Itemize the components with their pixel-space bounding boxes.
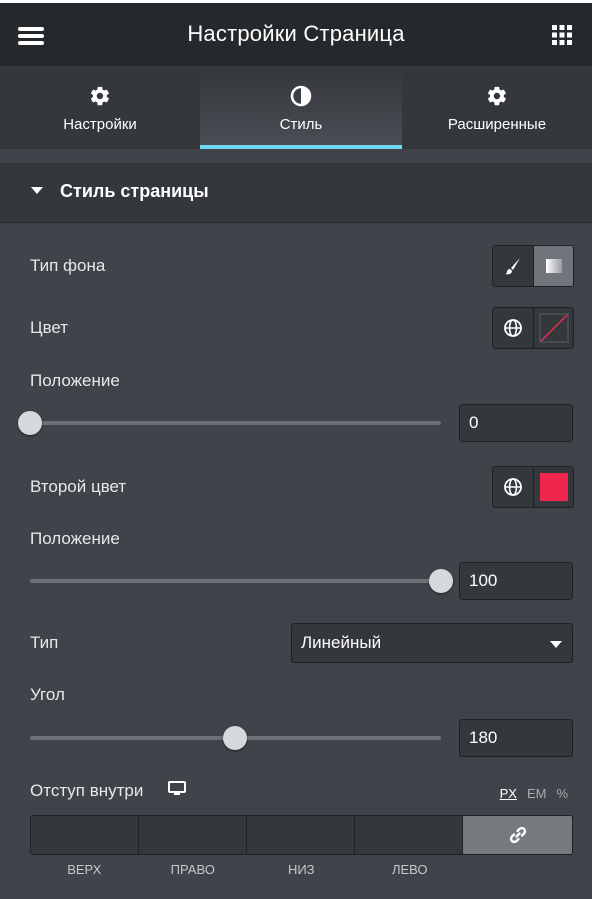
background-type-label: Тип фона <box>30 256 106 275</box>
tab-advanced[interactable]: Расширенные <box>402 66 592 149</box>
position-slider-2[interactable] <box>30 569 453 593</box>
label-left: ЛЕВО <box>391 862 428 877</box>
unit-percent[interactable]: % <box>556 786 568 801</box>
grid-apps-icon[interactable] <box>552 25 572 45</box>
padding-top-input[interactable] <box>31 816 139 854</box>
settings-panel: Настройки Страница Настройки Стиль Расши… <box>0 3 592 899</box>
padding-label: Отступ внутри <box>30 781 144 800</box>
type-label: Тип <box>30 633 59 652</box>
slider-handle[interactable] <box>429 569 453 593</box>
desktop-icon[interactable] <box>168 781 186 802</box>
color-swatch-empty[interactable] <box>533 308 573 348</box>
second-color-label: Второй цвет <box>30 477 127 496</box>
slider-handle[interactable] <box>223 726 247 750</box>
tab-bar: Настройки Стиль Расширенные <box>0 66 592 149</box>
classic-background-button[interactable] <box>493 246 533 286</box>
label-bottom: НИЗ <box>287 862 315 877</box>
position-slider[interactable] <box>18 411 441 435</box>
padding-bottom-input[interactable] <box>247 816 355 854</box>
position-label-2: Положение <box>30 529 120 548</box>
color-picker-group <box>492 307 574 349</box>
tab-style-label: Стиль <box>279 116 323 133</box>
slider-track <box>30 421 441 425</box>
padding-left-input[interactable] <box>355 816 463 854</box>
type-select-value: Линейный <box>301 633 382 652</box>
angle-input[interactable]: 180 <box>459 719 573 757</box>
gradient-icon <box>545 259 562 273</box>
global-color-button[interactable] <box>493 308 533 348</box>
gear-icon <box>486 85 508 107</box>
gear-icon <box>89 85 111 107</box>
unit-px[interactable]: PX <box>500 786 517 801</box>
padding-field-labels: ВЕРХ ПРАВО НИЗ ЛЕВО <box>30 862 464 877</box>
section-toggle[interactable]: Стиль страницы <box>0 163 592 223</box>
separator <box>0 149 592 163</box>
second-color-picker-group <box>492 466 574 508</box>
brush-icon <box>505 258 520 275</box>
panel-header: Настройки Страница <box>0 3 592 66</box>
global-color-button[interactable] <box>493 467 533 507</box>
label-right: ПРАВО <box>170 862 215 877</box>
chevron-down-icon <box>550 641 562 648</box>
unit-em[interactable]: EM <box>527 786 547 801</box>
unit-switcher: PX EM % <box>500 786 568 801</box>
tab-settings-label: Настройки <box>63 116 137 133</box>
gradient-background-button[interactable] <box>533 246 573 286</box>
slider-track <box>30 579 441 583</box>
globe-icon <box>504 478 522 496</box>
label-top: ВЕРХ <box>67 862 102 877</box>
padding-dimensions <box>30 815 573 855</box>
panel-title: Настройки Страница <box>187 21 405 46</box>
half-circle-icon <box>290 85 312 107</box>
tab-advanced-label: Расширенные <box>447 116 547 133</box>
position-input-2[interactable]: 100 <box>459 562 573 600</box>
globe-icon <box>504 319 522 337</box>
tab-style[interactable]: Стиль <box>200 66 402 149</box>
link-values-button[interactable] <box>463 816 572 854</box>
caret-down-icon <box>31 187 43 194</box>
angle-slider[interactable] <box>30 726 441 750</box>
color-label: Цвет <box>30 318 69 337</box>
link-icon <box>509 826 526 844</box>
section-title: Стиль страницы <box>60 181 209 201</box>
angle-label: Угол <box>30 685 65 704</box>
position-label: Положение <box>30 371 120 390</box>
type-select[interactable]: Линейный <box>291 623 573 663</box>
background-type-toggle <box>492 245 574 287</box>
second-color-swatch[interactable] <box>533 467 573 507</box>
position-input[interactable]: 0 <box>459 404 573 442</box>
slider-handle[interactable] <box>18 411 42 435</box>
color-swatch <box>539 473 568 501</box>
padding-right-input[interactable] <box>139 816 247 854</box>
tab-settings[interactable]: Настройки <box>0 66 200 149</box>
